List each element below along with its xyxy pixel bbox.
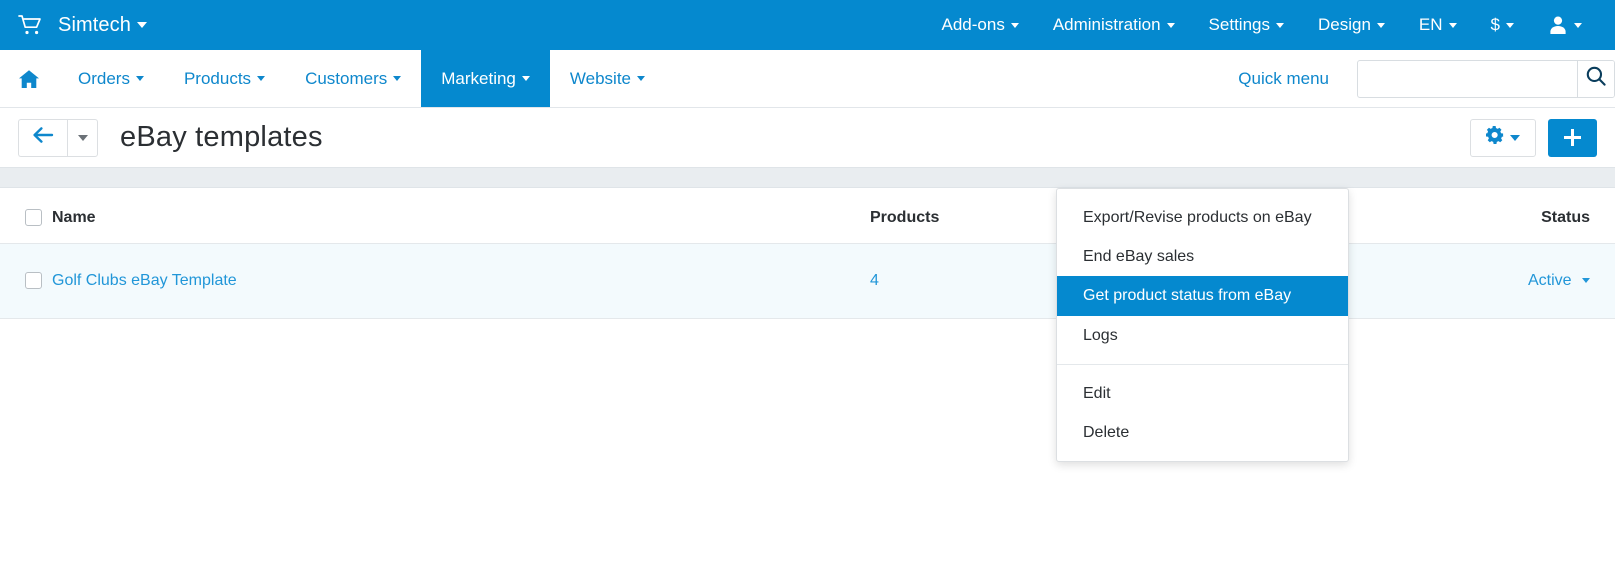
plus-icon: [1564, 129, 1581, 146]
nav-item-website[interactable]: Website: [550, 50, 665, 107]
brand-name: Simtech: [58, 13, 131, 36]
search-box: [1357, 59, 1615, 98]
top-nav: Add-ons Administration Settings Design E…: [925, 15, 1600, 35]
page-tools-button[interactable]: [1470, 118, 1536, 157]
template-name-link[interactable]: Golf Clubs eBay Template: [52, 272, 237, 289]
back-button-group: [18, 118, 98, 157]
chevron-down-icon: [393, 76, 402, 81]
page-title-bar: eBay templates: [0, 108, 1615, 167]
chevron-down-icon: [1582, 278, 1590, 284]
chevron-down-icon: [1275, 22, 1284, 28]
top-nav-item-settings[interactable]: Settings: [1192, 15, 1301, 35]
brand-store-switcher[interactable]: Simtech: [18, 14, 147, 37]
nav-item-label: Orders: [78, 68, 130, 88]
currency-selector[interactable]: $: [1474, 15, 1531, 35]
page-actions: [1470, 118, 1597, 157]
quick-menu-link[interactable]: Quick menu: [1238, 69, 1329, 89]
templates-table: Name Products Status Golf Clubs eBay Tem…: [0, 188, 1615, 319]
chevron-down-icon: [1010, 22, 1019, 28]
table-body: Golf Clubs eBay Template 4 Active: [0, 243, 1615, 319]
menu-item-logs[interactable]: Logs: [1057, 316, 1348, 355]
top-nav-label: Settings: [1208, 15, 1270, 34]
top-nav-label: Design: [1317, 15, 1371, 34]
nav-item-home[interactable]: [0, 50, 58, 107]
select-all-header: [0, 188, 52, 244]
menu-item-end-ebay-sales[interactable]: End eBay sales: [1057, 237, 1348, 276]
chevron-down-icon: [1448, 22, 1457, 28]
search-button[interactable]: [1577, 60, 1614, 97]
chevron-down-icon: [1506, 22, 1514, 28]
language-label: EN: [1418, 15, 1443, 34]
search-icon: [1585, 65, 1607, 92]
chevron-down-icon: [136, 22, 147, 28]
chevron-down-icon: [1166, 22, 1175, 28]
content-area: Name Products Status Golf Clubs eBay Tem…: [0, 188, 1615, 565]
nav-item-label: Website: [569, 68, 631, 88]
add-new-template-button[interactable]: [1548, 118, 1597, 157]
arrow-left-icon: [32, 126, 54, 149]
row-select-cell: [0, 243, 52, 319]
row-name-cell: Golf Clubs eBay Template: [52, 243, 870, 319]
table-header: Name Products Status: [0, 188, 1615, 244]
menu-item-get-product-status[interactable]: Get product status from eBay: [1057, 276, 1348, 316]
chevron-down-icon: [135, 76, 144, 81]
cart-icon: [18, 14, 58, 36]
chevron-down-icon: [637, 76, 645, 81]
user-account-menu[interactable]: [1531, 15, 1599, 35]
row-status-cell: Active: [1440, 243, 1615, 319]
nav-item-label: Customers: [305, 68, 388, 88]
menu-item-export-revise-products[interactable]: Export/Revise products on eBay: [1057, 198, 1348, 237]
top-bar: Simtech Add-ons Administration Settings …: [0, 0, 1615, 50]
nav-item-products[interactable]: Products: [164, 50, 285, 107]
column-header-status[interactable]: Status: [1440, 188, 1615, 244]
chevron-down-icon: [521, 76, 530, 81]
top-nav-item-design[interactable]: Design: [1301, 15, 1402, 35]
products-count-link[interactable]: 4: [870, 272, 879, 289]
main-nav-bar: Orders Products Customers Marketing Webs…: [0, 50, 1615, 108]
nav-item-label: Products: [183, 68, 252, 88]
chevron-down-icon: [1574, 22, 1582, 28]
column-header-name[interactable]: Name: [52, 188, 870, 244]
status-badge[interactable]: Active: [1528, 272, 1590, 289]
nav-item-marketing[interactable]: Marketing: [421, 50, 550, 107]
menu-item-delete[interactable]: Delete: [1057, 413, 1348, 452]
nav-item-customers[interactable]: Customers: [285, 50, 421, 107]
top-nav-item-addons[interactable]: Add-ons: [925, 15, 1036, 35]
page-title: eBay templates: [120, 121, 323, 153]
nav-item-orders[interactable]: Orders: [58, 50, 164, 107]
home-icon: [18, 69, 40, 89]
chevron-down-icon: [1376, 22, 1385, 28]
menu-item-edit[interactable]: Edit: [1057, 374, 1348, 413]
status-label: Active: [1527, 272, 1572, 289]
top-nav-label: Add-ons: [941, 15, 1005, 34]
row-tools-dropdown-menu: Export/Revise products on eBay End eBay …: [1056, 188, 1349, 463]
chevron-down-icon: [257, 76, 266, 81]
chevron-down-icon: [77, 134, 88, 141]
top-nav-label: Administration: [1052, 15, 1161, 34]
currency-label: $: [1490, 15, 1500, 34]
select-all-checkbox[interactable]: [25, 209, 42, 227]
language-selector[interactable]: EN: [1402, 15, 1474, 35]
user-icon: [1548, 15, 1568, 35]
search-input[interactable]: [1358, 60, 1577, 97]
chevron-down-icon: [1510, 134, 1520, 141]
menu-divider: [1057, 363, 1348, 365]
gear-icon: [1486, 126, 1504, 149]
main-nav-right: Quick menu: [1238, 50, 1615, 107]
row-checkbox[interactable]: [25, 272, 42, 290]
back-button[interactable]: [18, 118, 67, 157]
section-divider: [0, 167, 1615, 188]
back-history-dropdown[interactable]: [67, 118, 98, 157]
nav-item-label: Marketing: [441, 68, 516, 88]
main-nav-items: Orders Products Customers Marketing Webs…: [0, 50, 665, 107]
table-header-row: Name Products Status: [0, 188, 1615, 244]
top-nav-item-administration[interactable]: Administration: [1036, 15, 1192, 35]
table-row: Golf Clubs eBay Template 4 Active: [0, 243, 1615, 319]
